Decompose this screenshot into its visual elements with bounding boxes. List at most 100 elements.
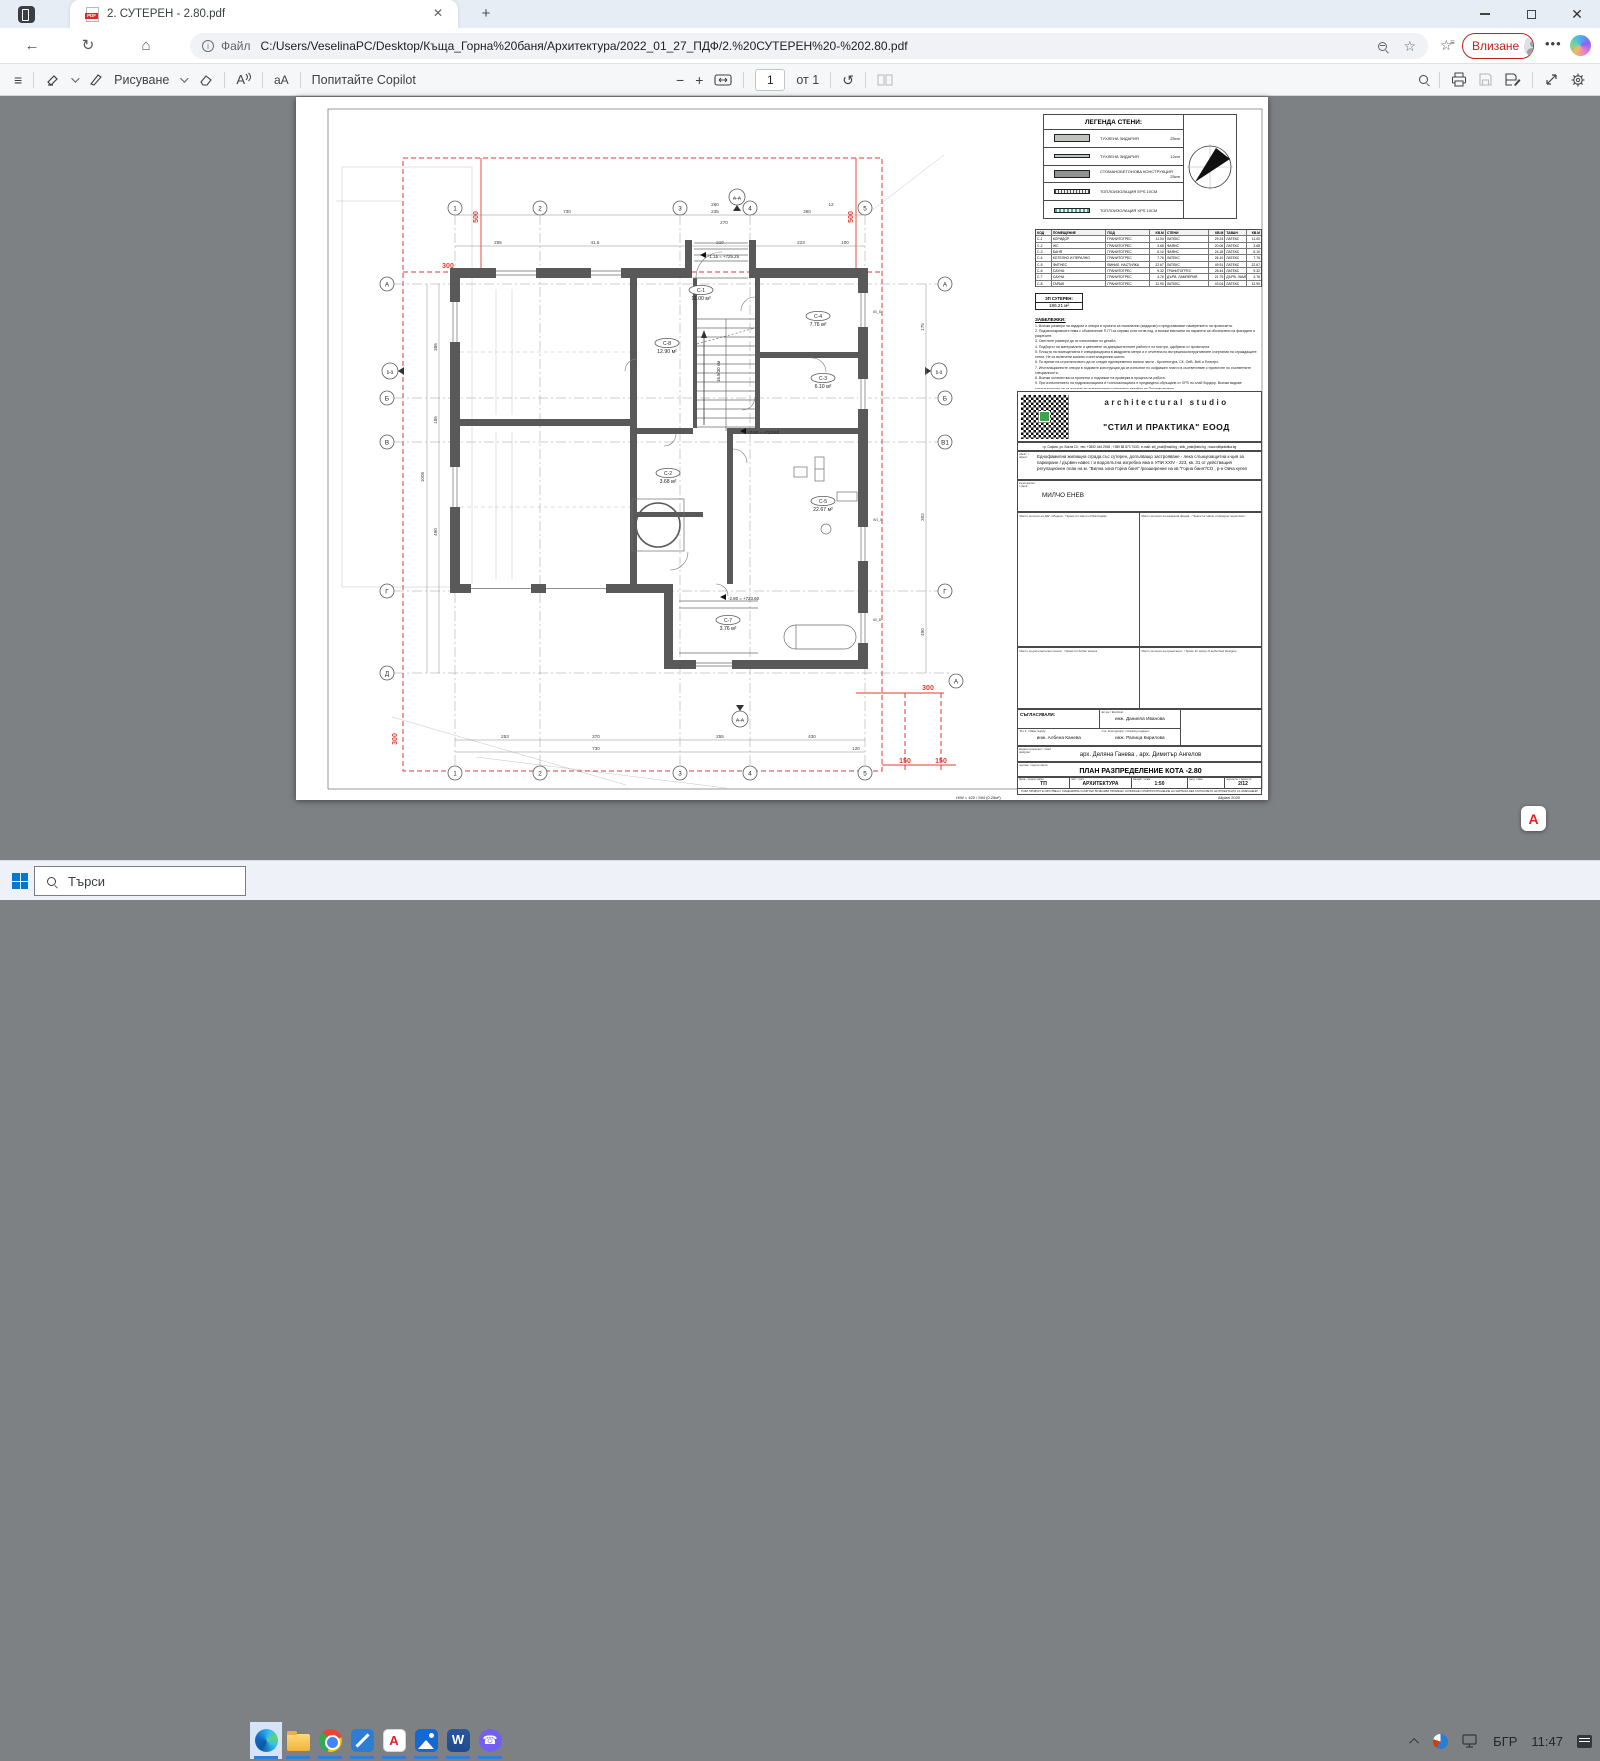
schedule-cell: 22.67 xyxy=(1150,262,1166,267)
taskbar-chrome-icon[interactable] xyxy=(314,1722,346,1759)
sheet-size-note: H/W = 420 / 594 (0.25м²) xyxy=(956,795,1001,800)
rotate-icon[interactable]: ↺ xyxy=(842,72,854,88)
svg-text:А-А: А-А xyxy=(733,196,742,201)
acrobat-extension-button[interactable]: A xyxy=(1521,806,1546,831)
svg-text:4: 4 xyxy=(748,206,752,213)
svg-text:490: 490 xyxy=(433,528,438,536)
window-restore-button[interactable] xyxy=(1508,0,1554,28)
page-number-input[interactable]: 1 xyxy=(755,69,785,91)
draw-label[interactable]: Рисуване xyxy=(114,73,169,87)
save-icon[interactable] xyxy=(1478,72,1493,87)
client-row: възложител: / client: МИЛЧО ЕНЕВ xyxy=(1017,480,1262,512)
schedule-header-cell: ПОМЕЩЕНИЕ xyxy=(1052,230,1106,235)
svg-text:1-1: 1-1 xyxy=(387,370,394,375)
schedule-cell: WC xyxy=(1052,243,1106,248)
svg-text:6.10 м²: 6.10 м² xyxy=(815,384,832,390)
schedule-cell: С-1 xyxy=(1036,236,1052,241)
taskbar-word-icon[interactable]: W xyxy=(442,1722,474,1759)
svg-text:С-1: С-1 xyxy=(697,288,705,294)
ask-copilot-button[interactable]: Попитайте Copilot xyxy=(312,73,416,87)
active-tab[interactable]: PDF 2. СУТЕРЕН - 2.80.pdf ✕ xyxy=(70,0,458,28)
read-aloud-icon[interactable]: A xyxy=(236,72,251,88)
windows xyxy=(450,268,868,669)
eraser-icon[interactable] xyxy=(197,73,213,87)
refresh-icon[interactable]: ↻ xyxy=(78,36,98,56)
approval-cell: Стр. Конструкции: / Checking engineer:ин… xyxy=(1100,729,1182,748)
new-tab-button[interactable]: + xyxy=(476,4,496,24)
highlighter-icon[interactable] xyxy=(45,72,60,87)
schedule-cell: ГРАНИТОГРЕС xyxy=(1106,255,1150,260)
start-button-icon[interactable] xyxy=(12,873,28,889)
tab-close-icon[interactable]: ✕ xyxy=(430,6,446,22)
fullscreen-icon[interactable] xyxy=(1544,72,1559,87)
tab-title: 2. СУТЕРЕН - 2.80.pdf xyxy=(107,8,225,20)
draw-pen-icon[interactable] xyxy=(88,72,103,87)
favorite-star-icon[interactable]: ☆ xyxy=(1403,39,1416,53)
tab-strip: PDF 2. СУТЕРЕН - 2.80.pdf ✕ + ✕ xyxy=(0,0,1600,28)
translate-icon[interactable]: аА xyxy=(274,72,289,88)
svg-text:490: 490 xyxy=(920,628,925,636)
browser-menu-icon[interactable]: ••• xyxy=(1545,36,1562,51)
taskbar-search-box[interactable]: Търси xyxy=(34,866,246,896)
taskbar-explorer-icon[interactable] xyxy=(282,1722,314,1759)
schedule-cell: 28.44 xyxy=(1209,268,1225,273)
notification-center-icon[interactable] xyxy=(1577,1735,1592,1748)
address-bar[interactable]: i Файл C:/Users/VeselinaPC/Desktop/Къща_… xyxy=(190,33,1428,59)
schedule-cell: 11.00 xyxy=(1247,236,1261,241)
schedule-cell: 3.76 xyxy=(1150,274,1166,279)
svg-text:4: 4 xyxy=(748,771,752,778)
notes-block: ЗАБЕЛЕЖКИ: 1. Всички размери на зидарии … xyxy=(1035,317,1262,389)
sheet-number-value: 2/12 xyxy=(1225,781,1261,787)
zoom-out-icon[interactable]: − xyxy=(676,72,684,88)
copilot-icon[interactable] xyxy=(1570,35,1591,56)
svg-text:386: 386 xyxy=(433,343,438,351)
window-minimize-button[interactable] xyxy=(1462,0,1508,28)
object-label: обект: / object: xyxy=(1019,453,1035,460)
window-close-button[interactable]: ✕ xyxy=(1554,0,1600,28)
address-url: C:/Users/VeselinaPC/Desktop/Къща_Горна%2… xyxy=(261,39,1379,53)
note-line: 9. При изпълнението на хидроизолацията и… xyxy=(1035,381,1262,389)
schedule-cell: ЛАТЕКС xyxy=(1225,268,1247,273)
page-view-icon[interactable] xyxy=(877,73,893,87)
zoom-in-icon[interactable]: + xyxy=(695,72,703,88)
save-as-icon[interactable] xyxy=(1504,72,1521,87)
taskbar-acrobat-icon[interactable]: A xyxy=(378,1722,410,1759)
taskbar-app-icon[interactable] xyxy=(346,1722,378,1759)
red-dim: 150 xyxy=(935,758,947,765)
toc-icon[interactable]: ≡ xyxy=(14,72,22,88)
pdf-search-icon[interactable] xyxy=(1419,75,1428,84)
pdf-toolbar: ≡ Рисуване A аА Попитайте Copilot − + 1 … xyxy=(0,64,1600,96)
pdf-favicon-icon: PDF xyxy=(86,7,99,22)
taskbar-viber-icon[interactable]: ☎ xyxy=(474,1722,506,1759)
workspaces-icon[interactable] xyxy=(18,6,35,23)
svg-text:С-8: С-8 xyxy=(663,341,671,347)
zoom-reset-icon[interactable] xyxy=(1378,42,1387,51)
highlighter-chevron-icon[interactable] xyxy=(71,74,79,82)
back-icon[interactable]: ← xyxy=(22,36,42,56)
draw-chevron-icon[interactable] xyxy=(180,74,188,82)
swatch-brick-12 xyxy=(1054,154,1090,158)
taskbar-photos-icon[interactable] xyxy=(410,1722,442,1759)
axis-bubbles-bottom: 1 2 3 4 5 xyxy=(448,766,872,780)
svg-text:360: 360 xyxy=(803,209,811,214)
svg-text:-2.80 = +723.60: -2.80 = +723.60 xyxy=(728,596,760,601)
favorites-bar-icon[interactable]: ☆≡ xyxy=(1440,37,1453,54)
signin-button[interactable]: Влизане xyxy=(1462,33,1534,59)
clock[interactable]: 11:47 xyxy=(1531,1734,1563,1749)
fit-width-icon[interactable] xyxy=(714,73,732,87)
language-indicator[interactable]: БГР xyxy=(1493,1734,1517,1749)
tray-app-icon[interactable] xyxy=(1433,1734,1448,1749)
print-icon[interactable] xyxy=(1451,72,1467,87)
pdf-viewer[interactable]: 500 500 300 300 300 150 150 1 2 3 4 xyxy=(0,96,1600,860)
staircase: 16.5/30 см xyxy=(697,319,755,431)
schedule-cell: 26.10 xyxy=(1209,255,1225,260)
red-dim: 300 xyxy=(922,685,934,692)
network-icon[interactable] xyxy=(1462,1734,1479,1748)
page-info-icon[interactable]: i xyxy=(202,40,214,52)
taskbar-edge-icon[interactable] xyxy=(250,1722,282,1759)
settings-gear-icon[interactable] xyxy=(1570,72,1586,88)
svg-text:255: 255 xyxy=(716,734,724,739)
tray-expand-icon[interactable] xyxy=(1409,1737,1419,1747)
home-icon[interactable]: ⌂ xyxy=(136,36,156,56)
schedule-cell: 12.90 xyxy=(1150,281,1166,286)
